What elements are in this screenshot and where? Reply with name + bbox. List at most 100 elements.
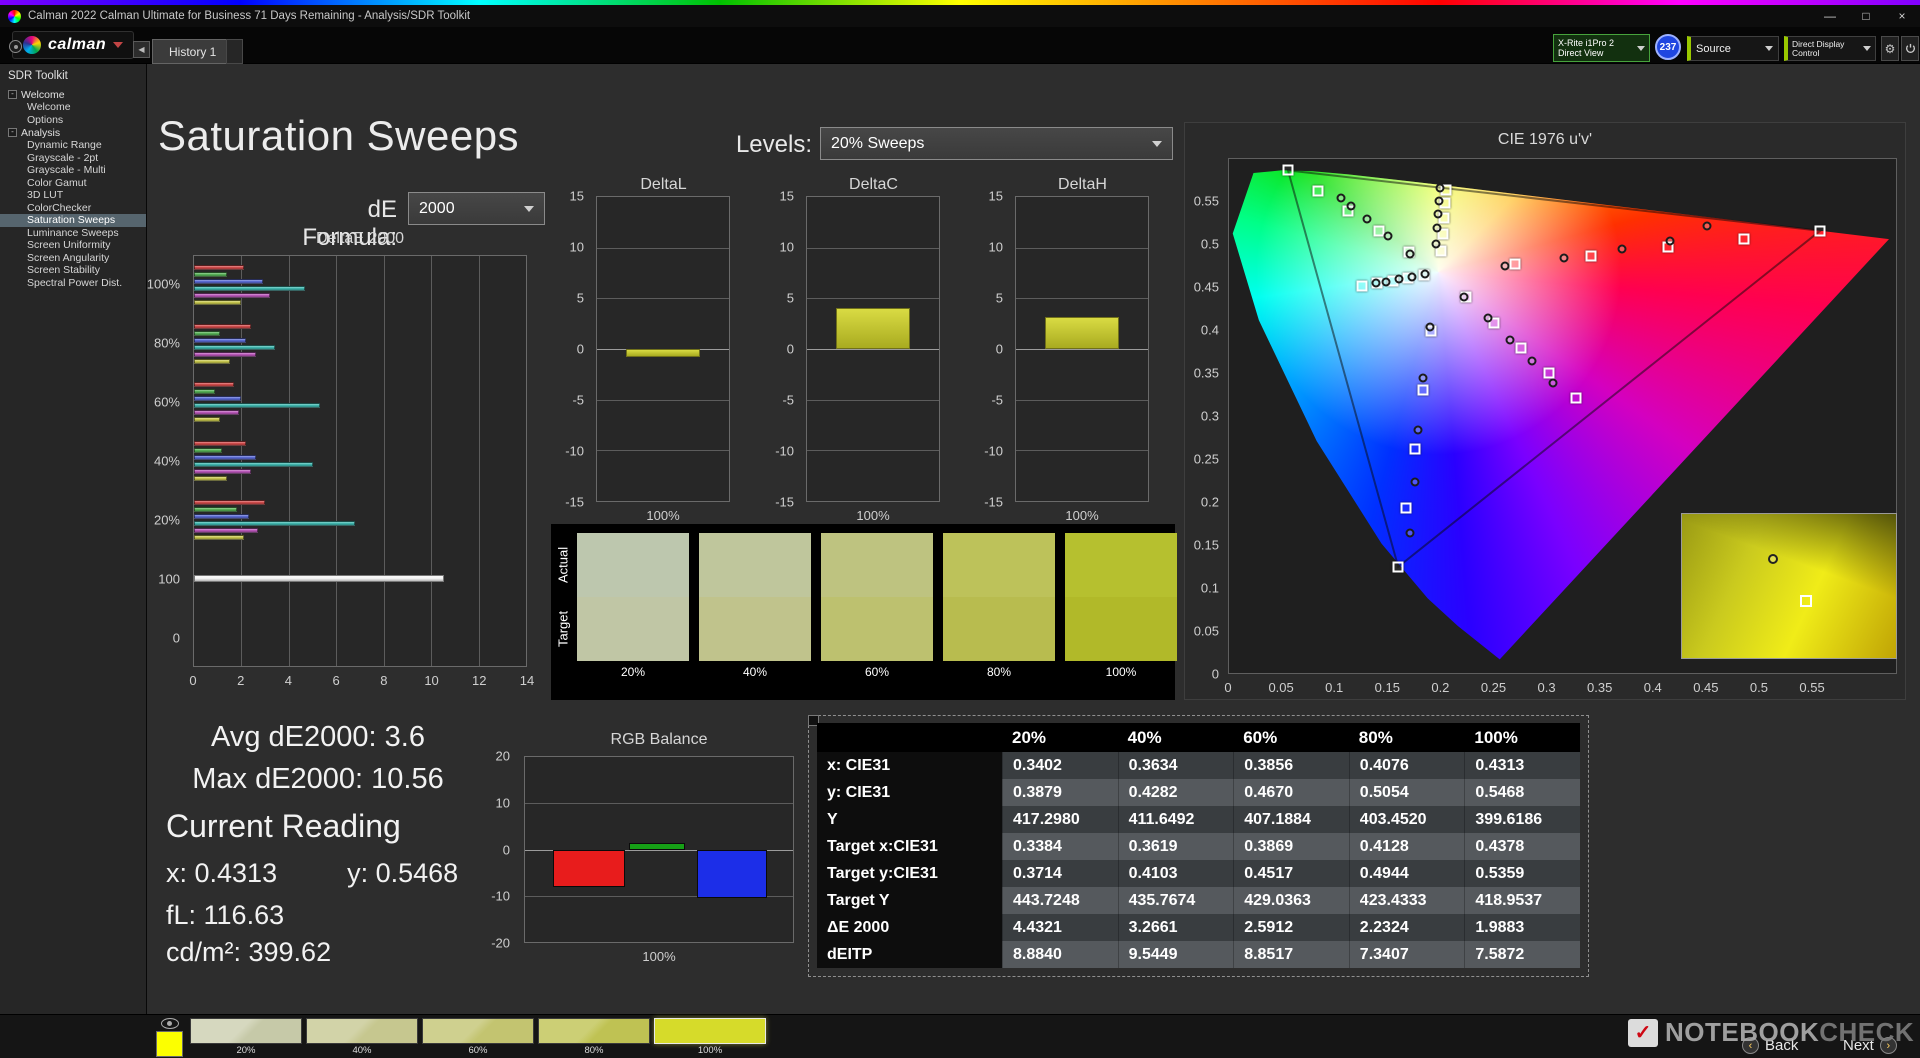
chevron-down-icon — [1152, 141, 1162, 147]
bar-green — [194, 507, 237, 512]
playlist-swatch-100[interactable]: 100% — [654, 1018, 766, 1056]
source-dropdown[interactable]: Source — [1687, 36, 1779, 61]
main-toolbar: calman ◀ History 1 X-Rite i1Pro 2 Direct… — [0, 27, 1920, 64]
patch-count-badge[interactable]: 237 — [1655, 34, 1681, 60]
axis-tick-label: 10 — [570, 240, 584, 255]
sidebar-group-analysis[interactable]: -Analysis — [0, 126, 146, 139]
swatch-color — [538, 1018, 650, 1044]
playlist-swatch-80[interactable]: 80% — [538, 1018, 650, 1056]
table-cell: 3.2661 — [1118, 914, 1234, 941]
axis-tick-label: 5 — [787, 291, 794, 306]
calman-menu-button[interactable]: calman — [12, 31, 134, 59]
meter-dropdown[interactable]: X-Rite i1Pro 2 Direct View — [1553, 34, 1650, 62]
swatch-color — [654, 1018, 766, 1044]
sidebar-item-3d-lut[interactable]: 3D LUT — [0, 189, 146, 202]
de-formula-dropdown[interactable]: 2000 — [408, 192, 545, 225]
table-cell: 423.4333 — [1349, 887, 1465, 914]
axis-tick-label: 0.35 — [1194, 366, 1219, 381]
delta-value-bar — [836, 308, 910, 349]
sidebar-item-luminance-sweeps[interactable]: Luminance Sweeps — [0, 227, 146, 240]
gridline — [597, 298, 729, 299]
sidebar-group-label: Analysis — [21, 127, 60, 139]
axis-tick-label: 0.3 — [1201, 409, 1219, 424]
target-marker — [1393, 561, 1404, 572]
bar-red — [194, 324, 251, 329]
playlist-swatch-40[interactable]: 40% — [306, 1018, 418, 1056]
axis-tick-label: 0.45 — [1194, 280, 1219, 295]
sidebar-group-welcome[interactable]: -Welcome — [0, 88, 146, 101]
settings-button[interactable]: ⚙ — [1881, 36, 1899, 61]
sidebar-item-dynamic-range[interactable]: Dynamic Range — [0, 139, 146, 152]
app-window: Calman 2022 Calman Ultimate for Business… — [0, 0, 1920, 1058]
back-button-label: Back — [1765, 1037, 1798, 1054]
table-cell: 8.8517 — [1233, 941, 1349, 968]
sidebar-item-saturation-sweeps[interactable]: Saturation Sweeps — [0, 214, 146, 227]
table-row-target-x-cie31: Target x:CIE310.33840.36190.38690.41280.… — [817, 833, 1580, 860]
table-cell: 435.7674 — [1118, 887, 1234, 914]
collapse-toggle-icon[interactable]: - — [8, 128, 17, 137]
axis-tick-label: 0.1 — [1325, 680, 1343, 695]
maximize-button[interactable]: □ — [1848, 5, 1884, 27]
bar-red — [553, 850, 625, 887]
mini-xlabel: 100% — [1015, 508, 1149, 523]
swatch-label: 60% — [468, 1045, 487, 1056]
axis-tick-label: 0.15 — [1375, 680, 1400, 695]
target-swatch — [1065, 597, 1177, 661]
collapse-toggle-icon[interactable]: - — [8, 90, 17, 99]
actual-swatch — [699, 533, 811, 597]
table-cell: 7.3407 — [1349, 941, 1465, 968]
next-button[interactable]: Next › — [1843, 1037, 1897, 1054]
bottom-swatch-strip: 20%40% 60% 80% 100% — [190, 1018, 766, 1056]
sidebar-item-grayscale-multi[interactable]: Grayscale - Multi — [0, 164, 146, 177]
playlist-swatch-20[interactable]: 20% — [190, 1018, 302, 1056]
display-control-dropdown[interactable]: Direct Display Control — [1784, 36, 1876, 61]
target-marker — [1543, 367, 1554, 378]
sidebar-group-label: Welcome — [21, 89, 65, 101]
sidebar-item-options[interactable]: Options — [0, 114, 146, 127]
swatch-label: 100% — [698, 1045, 722, 1056]
table-cell: 4.4321 — [1002, 914, 1118, 941]
back-button[interactable]: ‹ Back — [1742, 1037, 1798, 1054]
sidebar-item-color-gamut[interactable]: Color Gamut — [0, 177, 146, 190]
table-row-x-cie31: x: CIE310.34020.36340.38560.40760.4313 — [817, 752, 1580, 779]
bar-cyan — [194, 462, 313, 467]
session-icon[interactable] — [9, 40, 22, 53]
levels-dropdown[interactable]: 20% Sweeps — [820, 127, 1173, 160]
playlist-swatch-60[interactable]: 60% — [422, 1018, 534, 1056]
measured-marker — [1435, 184, 1444, 193]
sidebar-item-grayscale-2pt[interactable]: Grayscale - 2pt — [0, 152, 146, 165]
measured-marker — [1363, 215, 1372, 224]
table-cell: 0.4670 — [1233, 779, 1349, 806]
table-header-cell: 80% — [1349, 723, 1465, 752]
axis-tick-label: -20 — [491, 936, 510, 951]
tab-history-1[interactable]: History 1 — [152, 39, 233, 64]
bar-group-60 — [194, 373, 526, 432]
table-cell: 0.3402 — [1002, 752, 1118, 779]
axis-tick-label: 0.2 — [1201, 495, 1219, 510]
axis-tick-label: 14 — [520, 673, 534, 688]
table-cell: 418.9537 — [1464, 887, 1580, 914]
bar-yellow — [194, 417, 220, 422]
axis-tick-label: 0.2 — [1431, 680, 1449, 695]
axis-tick-label: 60% — [154, 395, 180, 410]
mini-yaxis: 151050-5-10-15 — [556, 196, 590, 502]
power-button[interactable] — [1901, 36, 1919, 61]
axis-tick-label: 5 — [996, 291, 1003, 306]
target-marker — [1510, 259, 1521, 270]
current-y: y: 0.5468 — [347, 858, 458, 889]
sidebar-item-screen-uniformity[interactable]: Screen Uniformity — [0, 239, 146, 252]
close-button[interactable]: × — [1884, 5, 1920, 27]
measured-marker — [1559, 253, 1568, 262]
minimize-button[interactable]: — — [1812, 5, 1848, 27]
sidebar-collapse-button[interactable]: ◀ — [133, 41, 150, 58]
bar-group-20 — [194, 490, 526, 549]
gridline — [597, 248, 729, 249]
sidebar-title: SDR Toolkit — [8, 70, 68, 82]
sidebar-item-welcome[interactable]: Welcome — [0, 101, 146, 114]
target-marker — [1815, 225, 1826, 236]
current-x: x: 0.4313 — [166, 858, 277, 889]
row-label: ΔE 2000 — [817, 914, 1002, 941]
new-tab-stub[interactable] — [226, 39, 243, 64]
sidebar-item-colorchecker[interactable]: ColorChecker — [0, 202, 146, 215]
bar-red — [194, 265, 244, 270]
